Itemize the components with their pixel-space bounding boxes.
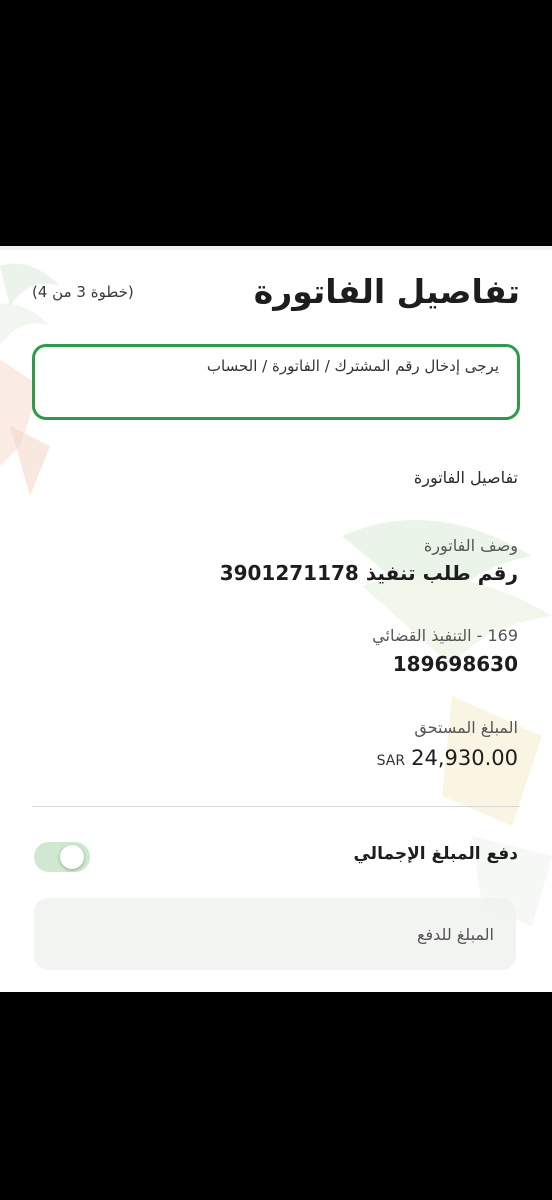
service-label: 169 - التنفيذ القضائي [372,626,518,645]
app-screen: تفاصيل الفاتورة (خطوة 3 من 4) يرجى إدخال… [0,246,552,992]
amount-due-value: 24,930.00 [411,746,518,770]
page-title: تفاصيل الفاتورة [253,272,520,311]
toggle-knob [60,845,84,869]
pay-full-amount-label: دفع المبلغ الإجمالي [353,844,518,864]
step-indicator: (خطوة 3 من 4) [32,283,134,301]
notice-box: يرجى إدخال رقم المشترك / الفاتورة / الحس… [32,344,520,420]
payment-amount-input[interactable] [34,898,516,970]
amount-due: SAR 24,930.00 [377,746,518,770]
description-label: وصف الفاتورة [423,536,518,555]
pay-full-amount-toggle[interactable] [34,842,90,872]
amount-currency: SAR [376,753,406,769]
notice-text: يرجى إدخال رقم المشترك / الفاتورة / الحس… [206,357,499,375]
amount-due-label: المبلغ المستحق [414,718,518,737]
description-value: رقم طلب تنفيذ 3901271178 [219,561,518,585]
service-value: 189698630 [392,652,518,676]
header-row: تفاصيل الفاتورة (خطوة 3 من 4) [32,268,520,316]
section-title: تفاصيل الفاتورة [413,468,518,487]
divider [32,806,520,807]
invoice-details-content: تفاصيل الفاتورة (خطوة 3 من 4) يرجى إدخال… [0,246,552,992]
